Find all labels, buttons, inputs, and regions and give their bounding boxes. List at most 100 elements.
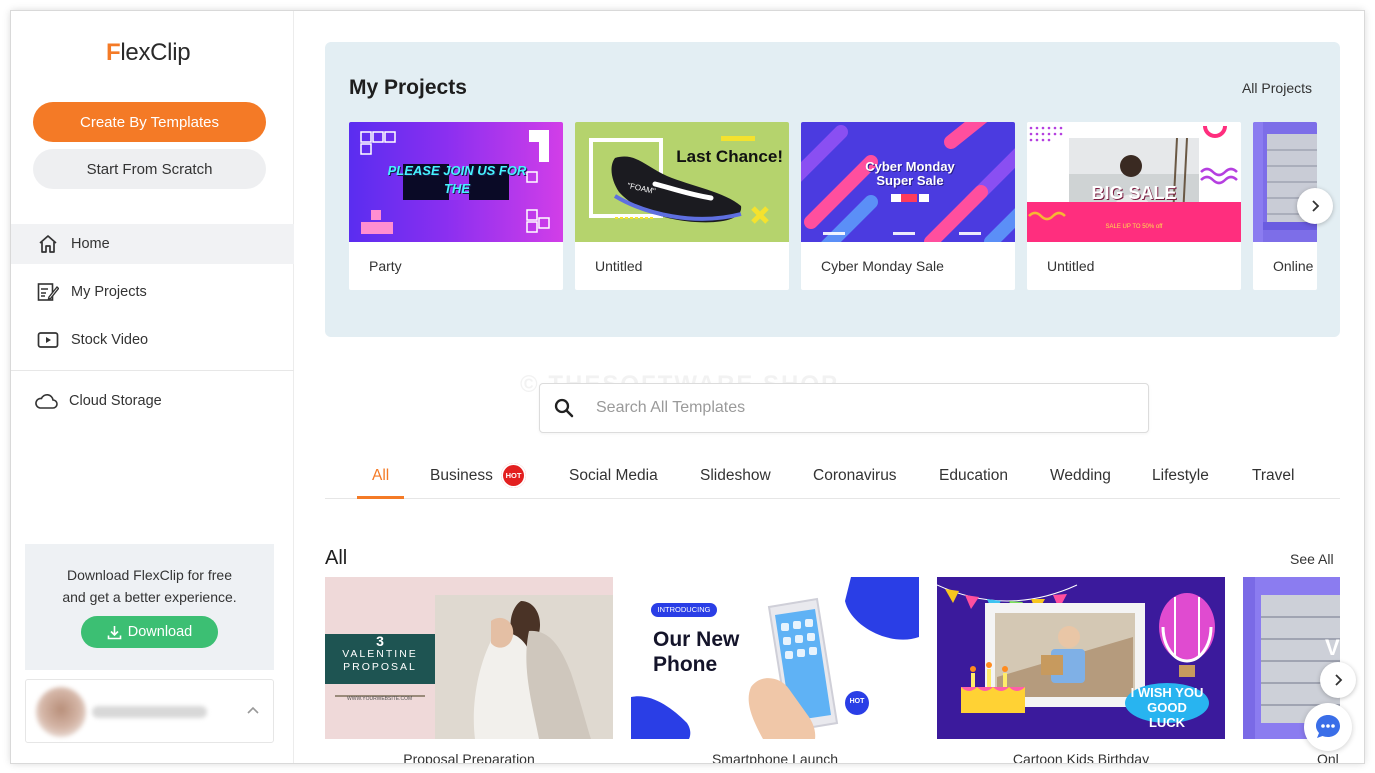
sidebar-item-label: Cloud Storage [69,393,162,409]
project-caption: Cyber Monday Sale [821,258,944,274]
tab-social-media[interactable]: Social Media [569,467,658,485]
thumbnail-text: Our New Phone [653,627,739,677]
project-caption: Untitled [1047,258,1095,274]
template-caption: Smartphone Launch [711,751,839,763]
project-caption: Untitled [595,258,643,274]
thumbnail-text: Last Chance! [676,147,783,166]
project-caption: Online [1273,258,1314,274]
project-thumbnail: PLEASE JOIN US FOR THE [349,122,563,242]
user-account-menu[interactable] [25,679,274,743]
template-thumbnail: 3 VALENTINE PROPOSAL WWW.YOURWEBSITE.COM [325,577,613,739]
promo-text: Download FlexClip for free and get a bet… [25,564,274,608]
start-from-scratch-button[interactable]: Start From Scratch [33,149,266,189]
sidebar-item-home[interactable]: Home [11,224,294,264]
all-projects-link[interactable]: All Projects [1242,80,1312,96]
home-icon [35,233,61,255]
project-card[interactable]: Cyber Monday Super Sale Cyber Monday Sal… [801,122,1015,290]
thumbnail-text: PLEASE JOIN US FOR THE [387,163,527,196]
sidebar: FlexClip Create By Templates Start From … [11,11,294,763]
thumbnail-number: 3 [376,633,384,649]
thumbnail-line: Phone [653,653,718,676]
sidebar-divider [11,370,294,371]
create-by-templates-button[interactable]: Create By Templates [33,102,266,142]
thumbnail-text: 3 VALENTINE PROPOSAL [325,633,435,674]
tab-travel[interactable]: Travel [1252,467,1295,485]
search-input[interactable] [596,399,1076,417]
template-caption: Proposal Preparation [403,751,535,763]
thumbnail-line: GOOD LUCK [1147,700,1187,730]
username-blurred [92,706,207,718]
template-card[interactable]: 3 VALENTINE PROPOSAL WWW.YOURWEBSITE.COM… [325,577,613,763]
chevron-right-icon [1335,674,1343,686]
tab-education[interactable]: Education [939,467,1008,485]
sidebar-item-label: Home [71,236,110,252]
tab-lifestyle[interactable]: Lifestyle [1152,467,1209,485]
project-thumbnail: Cyber Monday Super Sale [801,122,1015,242]
edit-icon [35,281,61,303]
svg-text:V: V [1325,635,1340,660]
download-icon [107,625,122,639]
tab-business[interactable]: Business [430,467,493,485]
thumbnail-line: VALENTINE [342,648,418,660]
search-icon [554,398,574,418]
template-caption: Cartoon Kids Birthday [1012,751,1150,763]
thumbnail-text: I WISH YOU GOOD LUCK [1129,685,1205,730]
sidebar-item-stock-video[interactable]: Stock Video [11,320,294,360]
app-window: FlexClip Create By Templates Start From … [11,11,1364,763]
thumbnail-line: PROPOSAL [343,661,417,673]
download-label: Download [127,624,193,640]
project-card[interactable]: Last Chance! "FOAM" Untitled [575,122,789,290]
template-card[interactable]: I WISH YOU GOOD LUCK Cartoon Kids Birthd… [937,577,1225,763]
tab-slideshow[interactable]: Slideshow [700,467,771,485]
sidebar-item-label: My Projects [71,284,147,300]
project-thumbnail: BIG SALE SALE UP TO 50% off [1027,122,1241,242]
video-icon [35,329,61,351]
avatar [36,687,86,737]
project-thumbnail [1253,122,1317,242]
see-all-link[interactable]: See All [1290,551,1334,567]
chat-icon [1316,715,1340,738]
projects-next-button[interactable] [1297,188,1333,224]
hot-badge: HOT [501,463,526,488]
thumbnail-line: Our New [653,628,740,651]
project-thumbnail: Last Chance! "FOAM" [575,122,789,242]
my-projects-panel: My Projects All Projects PLEASE JOIN US … [325,42,1340,337]
download-promo: Download FlexClip for free and get a bet… [25,544,274,670]
tab-coronavirus[interactable]: Coronavirus [813,467,897,485]
promo-line-2: and get a better experience. [62,589,237,605]
category-tabs: All Business HOT Social Media Slideshow … [325,453,1340,499]
cloud-icon [33,390,59,412]
sidebar-item-label: Stock Video [71,332,149,348]
chat-support-button[interactable] [1304,703,1352,751]
thumbnail-text: Cyber Monday Super Sale [865,159,955,188]
template-thumbnail: I WISH YOU GOOD LUCK [937,577,1225,739]
thumbnail-url: WWW.YOURWEBSITE.COM [347,696,413,702]
promo-line-1: Download FlexClip for free [67,567,232,583]
thumbnail-subtext: SALE UP TO 50% off [1105,224,1163,230]
templates-next-button[interactable] [1320,662,1356,698]
active-tab-indicator [357,496,404,499]
logo-text: lexClip [120,39,191,66]
project-caption: Party [369,258,402,274]
sidebar-item-cloud-storage[interactable]: Cloud Storage [11,381,294,421]
templates-section-title: All [325,547,348,569]
template-card[interactable]: INTRODUCING Our New Phone HOT Smartphone… [631,577,919,763]
project-card[interactable]: PLEASE JOIN US FOR THE Party [349,122,563,290]
chevron-right-icon [1312,200,1320,212]
download-button[interactable]: Download [81,616,218,648]
chevron-up-icon[interactable] [244,702,262,720]
thumbnail-text: BIG SALE [1091,183,1177,203]
tab-wedding[interactable]: Wedding [1050,467,1111,485]
sidebar-item-my-projects[interactable]: My Projects [11,272,294,312]
thumbnail-badge: HOT [849,698,865,705]
thumbnail-tag: INTRODUCING [657,605,711,614]
template-search-box[interactable] [539,383,1149,433]
main-content: My Projects All Projects PLEASE JOIN US … [295,11,1364,763]
thumbnail-line: I WISH YOU [1130,685,1204,700]
logo-mark: F [106,39,121,66]
tab-all[interactable]: All [372,467,389,485]
template-thumbnail: INTRODUCING Our New Phone HOT [631,577,919,739]
my-projects-title: My Projects [349,76,467,99]
project-card[interactable]: BIG SALE SALE UP TO 50% off Untitled [1027,122,1241,290]
flexclip-logo[interactable]: FlexClip [106,39,191,67]
